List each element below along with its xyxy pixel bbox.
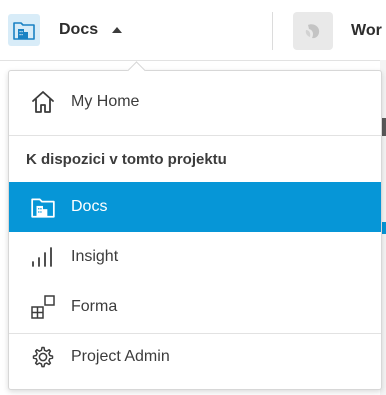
caret-up-icon [112, 27, 123, 33]
app-switcher-dropdown: My Home K dispozici v tomto projektu Doc… [8, 61, 382, 390]
project-thumbnail [293, 12, 333, 50]
gear-icon [30, 344, 56, 370]
docs-app-logo [8, 14, 40, 46]
menu-item-label: Docs [71, 198, 108, 215]
menu-item-my-home[interactable]: My Home [9, 77, 381, 127]
header-divider [272, 12, 273, 50]
app-name: Docs [59, 21, 99, 38]
project-placeholder-icon [305, 24, 320, 39]
menu-item-project-admin[interactable]: Project Admin [9, 332, 381, 382]
menu-item-docs[interactable]: Docs [9, 182, 381, 232]
menu-item-label: Project Admin [71, 348, 170, 365]
menu-item-label: Forma [71, 298, 118, 315]
section-title: K dispozici v tomto projektu [26, 151, 227, 168]
background-mark [382, 222, 386, 234]
home-icon [30, 89, 56, 115]
menu-item-label: Insight [71, 248, 119, 265]
menu-item-forma[interactable]: Forma [9, 282, 381, 332]
app-switcher-button[interactable]: Docs [8, 14, 123, 46]
forma-blocks-icon [30, 294, 56, 320]
background-mark [382, 118, 386, 136]
menu-item-insight[interactable]: Insight [9, 232, 381, 282]
top-header: Docs Wor [0, 0, 386, 61]
menu-divider [9, 135, 381, 136]
menu-item-label: My Home [71, 93, 140, 110]
docs-building-icon [13, 22, 35, 40]
bar-chart-icon [30, 244, 56, 270]
project-switcher-button[interactable]: Wor [293, 12, 382, 50]
project-name: Wor [351, 22, 382, 39]
docs-building-icon [30, 194, 56, 220]
